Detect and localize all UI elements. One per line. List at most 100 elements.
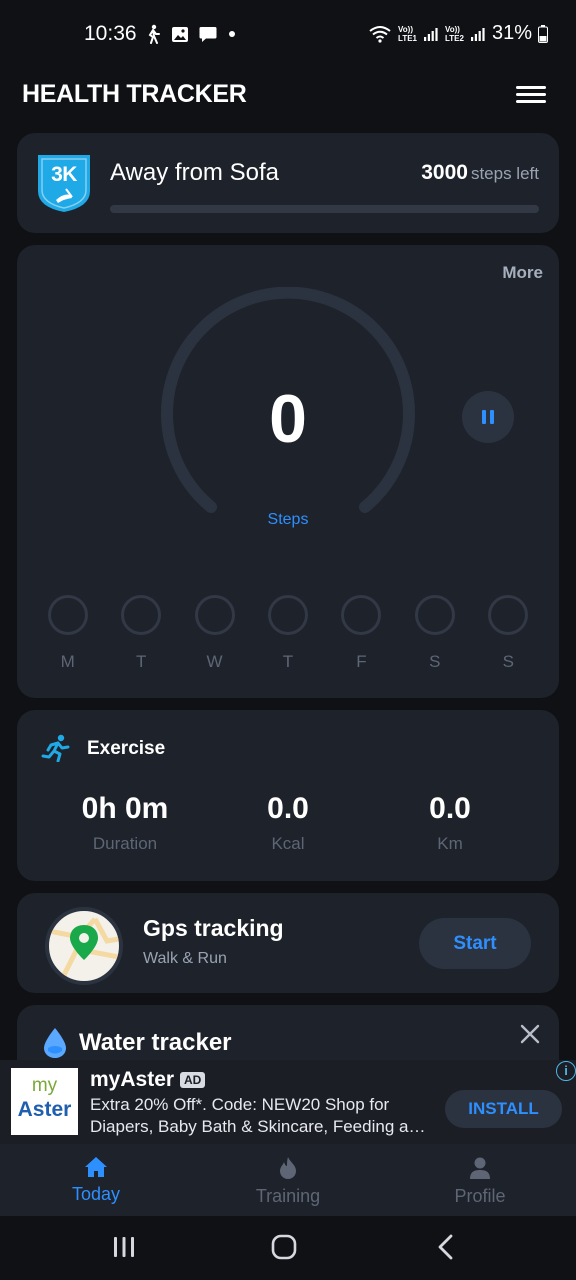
signal-icon: [470, 27, 485, 41]
menu-line: [516, 86, 546, 89]
app-title: HEALTH TRACKER: [22, 80, 247, 108]
day-thursday: T: [251, 595, 324, 672]
water-title: Water tracker: [79, 1029, 232, 1056]
walking-icon: [148, 24, 160, 44]
system-nav-bar: [0, 1216, 576, 1280]
day-circle: [267, 595, 308, 635]
ad-banner[interactable]: my Aster myAster AD Extra 20% Off*. Code…: [0, 1060, 576, 1144]
ad-text: Extra 20% Off*. Code: NEW20 Shop for Dia…: [90, 1095, 426, 1136]
day-letter: T: [135, 652, 147, 671]
status-time: 10:36: [84, 22, 137, 45]
day-circle: [341, 595, 382, 635]
ad-logo: my Aster: [11, 1068, 78, 1135]
sim2-indicator: Vo)) LTE2: [445, 25, 464, 43]
duration-label: Duration: [92, 834, 158, 853]
pause-button[interactable]: [462, 391, 514, 443]
goal-progress-bar: [110, 205, 539, 213]
battery-percent: 31%: [491, 22, 532, 44]
pause-icon: [482, 410, 486, 424]
day-letter: W: [206, 652, 223, 671]
steps-left-label: steps left: [470, 164, 539, 183]
sim2-label: LTE2: [445, 33, 464, 43]
back-icon[interactable]: [436, 1234, 456, 1260]
volte-label: Vo)): [398, 24, 413, 34]
steps-label: Steps: [267, 511, 309, 528]
goal-card[interactable]: 3K Away from Sofa 3000 steps left: [17, 133, 559, 233]
steps-left: 3000 steps left: [421, 161, 539, 185]
km-stat: 0.0 Km: [365, 792, 535, 854]
ad-title: myAster: [90, 1068, 175, 1091]
nav-label-training: Training: [255, 1186, 321, 1206]
kcal-stat: 0.0 Kcal: [203, 792, 373, 854]
pause-icon: [490, 410, 494, 424]
map-thumbnail: [45, 907, 123, 985]
day-saturday: S: [398, 595, 471, 672]
day-letter: F: [356, 652, 367, 671]
kcal-label: Kcal: [271, 834, 305, 853]
start-button[interactable]: Start: [419, 918, 531, 969]
flame-icon: [280, 1157, 296, 1179]
day-letter: M: [60, 652, 75, 671]
running-icon: [41, 734, 70, 762]
notification-icons: [145, 24, 237, 44]
day-circle: [121, 595, 162, 635]
day-circle: [47, 595, 88, 635]
person-icon: [470, 1157, 490, 1179]
hamburger-menu-icon[interactable]: [516, 82, 546, 108]
system-status: Vo)) LTE1 Vo)) LTE2 31%: [368, 22, 548, 45]
recent-apps-icon[interactable]: [112, 1235, 136, 1259]
nav-label-today: Today: [71, 1184, 121, 1204]
signal-icon: [424, 27, 438, 41]
gps-title: Gps tracking: [143, 915, 284, 941]
dot-icon: [229, 31, 235, 37]
day-circle: [194, 595, 235, 635]
wifi-icon: [369, 25, 391, 43]
menu-line: [516, 93, 546, 96]
water-drop-icon: [44, 1028, 66, 1058]
duration-value: 0h 0m: [81, 792, 169, 825]
day-tuesday: T: [104, 595, 177, 672]
day-sunday: S: [472, 595, 545, 672]
day-wednesday: W: [178, 595, 251, 672]
day-letter: S: [429, 652, 441, 671]
bottom-nav: Today Training Profile: [0, 1144, 576, 1216]
menu-line: [516, 100, 546, 103]
message-icon: [199, 26, 217, 42]
sim1-indicator: Vo)) LTE1: [398, 25, 417, 43]
day-monday: M: [31, 595, 104, 672]
nav-profile[interactable]: Profile: [384, 1144, 576, 1216]
nav-label-profile: Profile: [454, 1186, 506, 1206]
steps-left-value: 3000: [421, 161, 468, 184]
km-value: 0.0: [429, 792, 471, 825]
volte-label: Vo)): [445, 24, 460, 34]
sim1-label: LTE1: [398, 33, 417, 43]
ad-logo-bottom: Aster: [17, 1098, 72, 1121]
day-letter: S: [502, 652, 514, 671]
day-letter: T: [282, 652, 294, 671]
day-circle: [414, 595, 455, 635]
home-icon: [85, 1157, 107, 1177]
nav-today[interactable]: Today: [0, 1144, 192, 1216]
exercise-title: Exercise: [87, 738, 166, 759]
more-link[interactable]: More: [502, 263, 543, 283]
day-circle: [488, 595, 529, 635]
nav-training[interactable]: Training: [192, 1144, 384, 1216]
adchoices-icon[interactable]: i: [556, 1061, 576, 1081]
install-button[interactable]: INSTALL: [445, 1090, 562, 1128]
badge-label: 3K: [51, 163, 77, 186]
map-pin-icon: [49, 917, 119, 981]
duration-stat: 0h 0m Duration: [40, 792, 210, 854]
gallery-icon: [172, 26, 188, 42]
exercise-card[interactable]: Exercise 0h 0m Duration 0.0 Kcal 0.0 Km: [17, 710, 559, 881]
km-label: Km: [437, 834, 463, 853]
status-bar: 10:36 Vo)) LTE1 Vo)) LTE2 31%: [0, 0, 576, 70]
gps-card[interactable]: Gps tracking Walk & Run Start: [17, 893, 559, 993]
battery-icon: [538, 24, 548, 43]
ad-logo-top: my: [31, 1075, 58, 1096]
home-nav-icon[interactable]: [271, 1234, 297, 1260]
ad-tag: AD: [180, 1072, 206, 1088]
day-friday: F: [325, 595, 398, 672]
close-icon[interactable]: [519, 1023, 541, 1045]
goal-title: Away from Sofa: [110, 159, 279, 186]
gps-subtitle: Walk & Run: [143, 950, 227, 967]
